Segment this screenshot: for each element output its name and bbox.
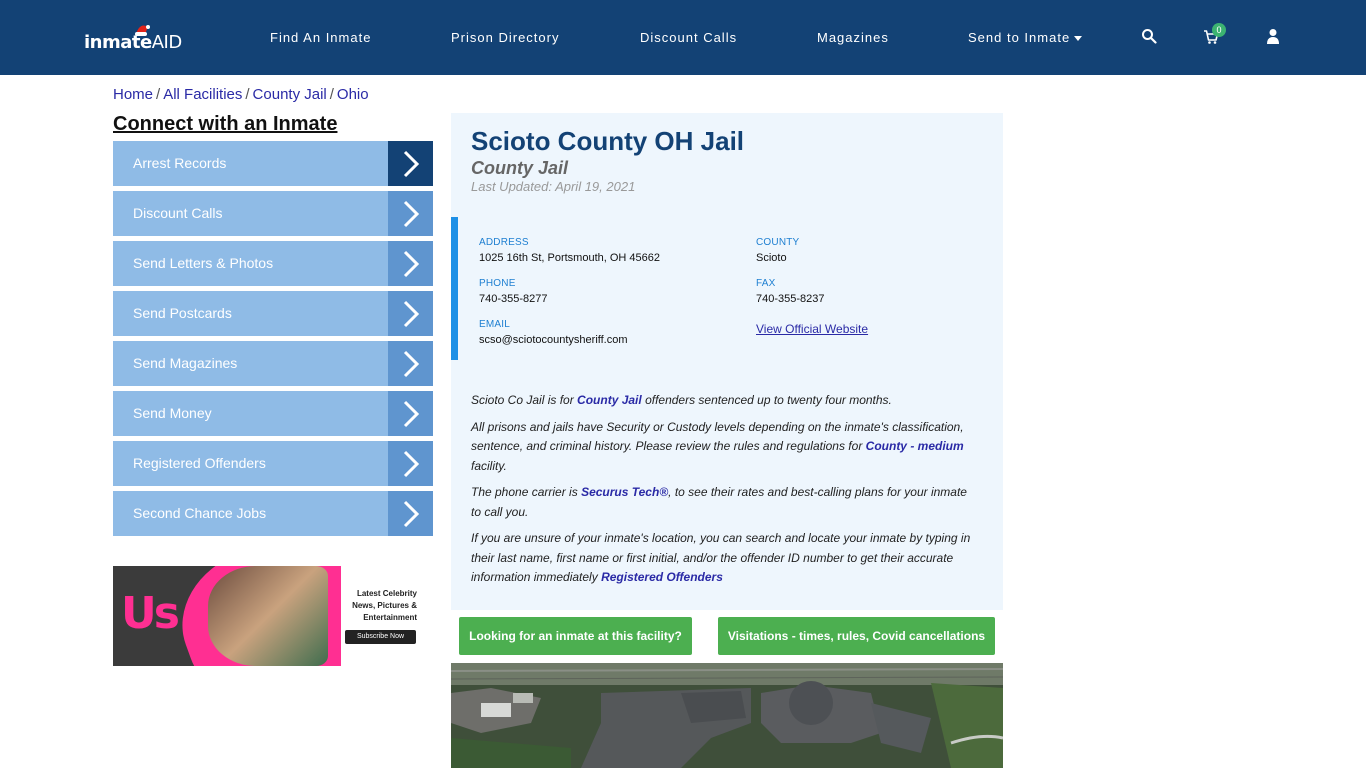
sidebar-item-send-magazines[interactable]: Send Magazines bbox=[113, 341, 433, 386]
ad-copy-line: News, Pictures & bbox=[352, 601, 417, 610]
sidebar-item-second-chance-jobs[interactable]: Second Chance Jobs bbox=[113, 491, 433, 536]
phone-label: PHONE bbox=[479, 278, 516, 289]
description-paragraph: Scioto Co Jail is for County Jail offend… bbox=[471, 391, 976, 411]
nav-send-to-inmate[interactable]: Send to Inmate bbox=[968, 30, 1083, 45]
address-block: ADDRESS 1025 16th St, Portsmouth, OH 456… bbox=[479, 237, 660, 264]
breadcrumb-separator: / bbox=[156, 86, 161, 103]
county-value: Scioto bbox=[756, 252, 787, 264]
top-navbar: inmateAID Find An Inmate Prison Director… bbox=[0, 0, 1366, 75]
chevron-right-icon bbox=[388, 491, 433, 536]
site-logo[interactable]: inmateAID bbox=[84, 22, 184, 56]
facility-description: Scioto Co Jail is for County Jail offend… bbox=[471, 391, 976, 595]
description-text: offenders sentenced up to twenty four mo… bbox=[641, 393, 892, 407]
breadcrumb-county-jail[interactable]: County Jail bbox=[253, 86, 327, 103]
nav-magazines[interactable]: Magazines bbox=[817, 30, 889, 45]
chevron-right-icon bbox=[388, 341, 433, 386]
chevron-right-icon bbox=[388, 141, 433, 186]
email-label: EMAIL bbox=[479, 319, 511, 330]
county-label: COUNTY bbox=[756, 237, 800, 248]
sidebar-item-discount-calls[interactable]: Discount Calls bbox=[113, 191, 433, 236]
address-label: ADDRESS bbox=[479, 237, 529, 248]
sidebar-item-label: Send Postcards bbox=[133, 305, 232, 321]
visitations-button[interactable]: Visitations - times, rules, Covid cancel… bbox=[718, 617, 995, 655]
sidebar-item-label: Send Letters & Photos bbox=[133, 255, 274, 271]
chevron-right-icon bbox=[388, 391, 433, 436]
sidebar-item-send-letters-photos[interactable]: Send Letters & Photos bbox=[113, 241, 433, 286]
sidebar-item-label: Arrest Records bbox=[133, 155, 227, 171]
official-website-link[interactable]: View Official Website bbox=[756, 322, 868, 336]
sidebar-item-registered-offenders[interactable]: Registered Offenders bbox=[113, 441, 433, 486]
ad-photo bbox=[208, 566, 328, 666]
logo-text-thin: AID bbox=[151, 32, 182, 53]
phone-carrier-link[interactable]: Securus Tech® bbox=[581, 485, 668, 499]
nav-send-to-inmate-label: Send to Inmate bbox=[968, 30, 1071, 45]
security-level-link[interactable]: County - medium bbox=[866, 439, 964, 453]
county-block: COUNTY Scioto bbox=[756, 237, 799, 264]
nav-find-inmate[interactable]: Find An Inmate bbox=[270, 30, 371, 45]
sidebar-item-label: Send Magazines bbox=[133, 355, 238, 371]
fax-label: FAX bbox=[756, 278, 776, 289]
last-updated: Last Updated: April 19, 2021 bbox=[471, 179, 636, 194]
aerial-photo-graphic bbox=[451, 663, 1003, 768]
chevron-right-icon bbox=[388, 441, 433, 486]
breadcrumb-ohio[interactable]: Ohio bbox=[337, 86, 369, 103]
advertisement-banner[interactable]: Us Latest Celebrity News, Pictures & Ent… bbox=[113, 566, 423, 666]
ad-subscribe-button[interactable]: Subscribe Now bbox=[345, 630, 416, 644]
caret-down-icon bbox=[1074, 36, 1083, 42]
facility-info-box: ADDRESS 1025 16th St, Portsmouth, OH 456… bbox=[451, 217, 1003, 360]
page-title: Scioto County OH Jail bbox=[471, 126, 745, 156]
ad-copy-line: Latest Celebrity bbox=[356, 589, 417, 598]
phone-value: 740-355-8277 bbox=[479, 293, 548, 305]
sidebar-item-label: Second Chance Jobs bbox=[133, 505, 267, 521]
phone-block: PHONE 740-355-8277 bbox=[479, 278, 548, 305]
sidebar-item-label: Discount Calls bbox=[133, 205, 223, 221]
fax-value: 740-355-8237 bbox=[756, 293, 825, 305]
facility-aerial-photo bbox=[451, 663, 1003, 768]
user-account-icon[interactable] bbox=[1265, 28, 1281, 44]
email-block: EMAIL scso@sciotocountysheriff.com bbox=[479, 319, 628, 346]
chevron-right-icon bbox=[388, 241, 433, 286]
facility-type: County Jail bbox=[471, 158, 569, 178]
description-paragraph: If you are unsure of your inmate's locat… bbox=[471, 529, 976, 588]
email-value: scso@sciotocountysheriff.com bbox=[479, 334, 628, 346]
breadcrumb: Home / All Facilities / County Jail / Ohio bbox=[113, 86, 369, 103]
chevron-right-icon bbox=[388, 191, 433, 236]
sidebar-menu: Arrest Records Discount Calls Send Lette… bbox=[113, 141, 433, 541]
breadcrumb-home[interactable]: Home bbox=[113, 86, 153, 103]
description-text: The phone carrier is bbox=[471, 485, 582, 499]
sidebar-item-send-money[interactable]: Send Money bbox=[113, 391, 433, 436]
logo-text: inmateAID bbox=[84, 32, 182, 53]
address-value: 1025 16th St, Portsmouth, OH 45662 bbox=[479, 252, 661, 264]
registered-offenders-link[interactable]: Registered Offenders bbox=[601, 570, 723, 584]
ad-copy-line: Entertainment bbox=[363, 613, 417, 622]
nav-prison-directory[interactable]: Prison Directory bbox=[451, 30, 559, 45]
ad-logo: Us bbox=[121, 588, 180, 639]
chevron-right-icon bbox=[388, 291, 433, 336]
cart-count-badge: 0 bbox=[1212, 23, 1226, 37]
breadcrumb-separator: / bbox=[245, 86, 250, 103]
ad-copy: Latest Celebrity News, Pictures & Entert… bbox=[341, 588, 417, 624]
fax-block: FAX 740-355-8237 bbox=[756, 278, 825, 305]
facility-panel: Scioto County OH Jail County Jail Last U… bbox=[451, 113, 1003, 610]
description-paragraph: The phone carrier is Securus Tech®, to s… bbox=[471, 483, 976, 522]
description-text: Scioto Co Jail is for bbox=[471, 393, 578, 407]
sidebar-item-arrest-records[interactable]: Arrest Records bbox=[113, 141, 433, 186]
breadcrumb-separator: / bbox=[329, 86, 334, 103]
description-text: facility. bbox=[471, 458, 507, 473]
breadcrumb-all-facilities[interactable]: All Facilities bbox=[163, 86, 242, 103]
sidebar-item-label: Send Money bbox=[133, 405, 212, 421]
sidebar-title: Connect with an Inmate bbox=[113, 113, 338, 135]
logo-text-bold: inmate bbox=[84, 32, 152, 53]
find-inmate-at-facility-button[interactable]: Looking for an inmate at this facility? bbox=[459, 617, 692, 655]
search-icon[interactable] bbox=[1141, 28, 1157, 44]
sidebar-item-label: Registered Offenders bbox=[133, 455, 266, 471]
county-jail-link[interactable]: County Jail bbox=[577, 393, 642, 407]
sidebar-item-send-postcards[interactable]: Send Postcards bbox=[113, 291, 433, 336]
nav-discount-calls[interactable]: Discount Calls bbox=[640, 30, 737, 45]
description-paragraph: All prisons and jails have Security or C… bbox=[471, 418, 976, 477]
